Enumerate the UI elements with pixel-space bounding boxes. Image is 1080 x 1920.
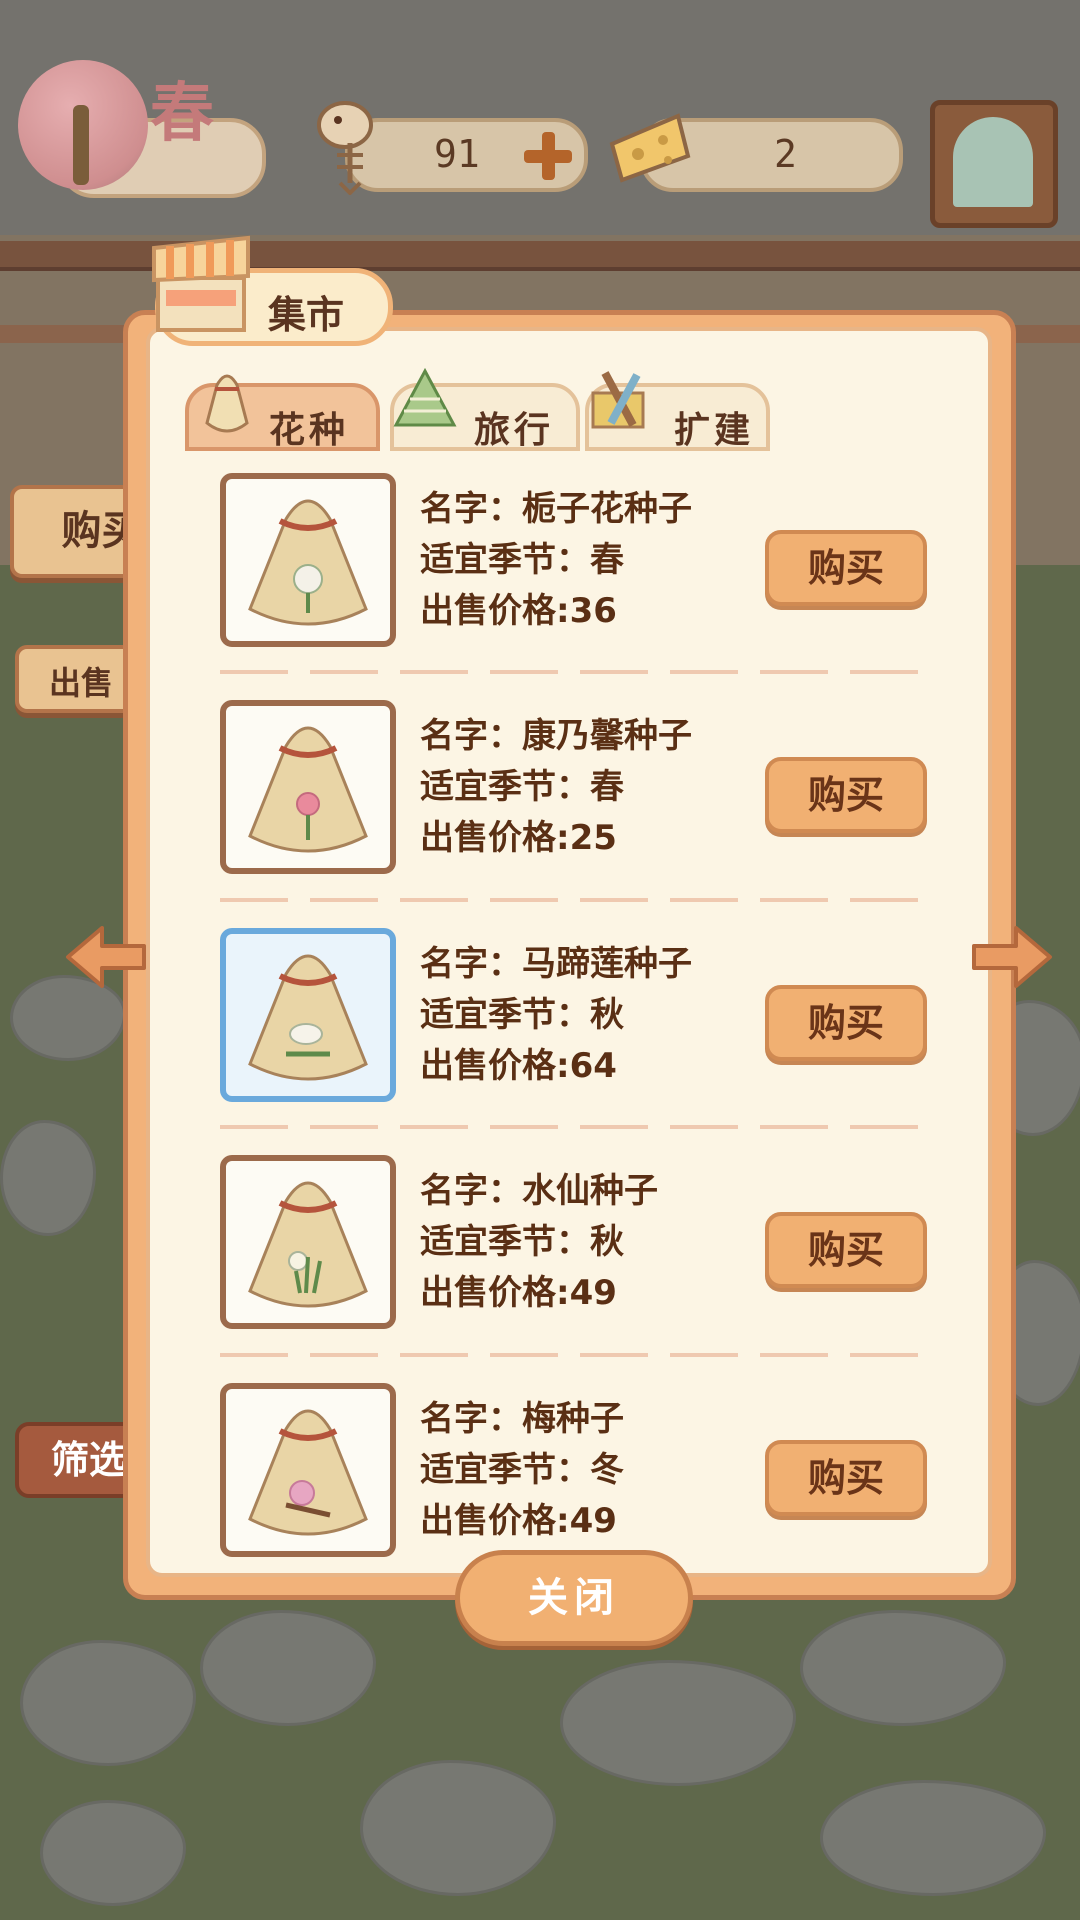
- seed-season: 适宜季节：春: [420, 767, 624, 807]
- seed-season: 适宜季节：冬: [420, 1450, 624, 1490]
- next-page-arrow[interactable]: [968, 922, 1056, 992]
- seed-info: 名字：康乃馨种子 适宜季节：春 出售价格:25: [420, 711, 692, 864]
- buy-button[interactable]: 购买: [765, 1212, 927, 1288]
- cheese-count: 2: [774, 132, 797, 176]
- seed-bag-icon: [248, 499, 368, 626]
- divider: [220, 1353, 925, 1357]
- tab-label: 扩建: [674, 410, 755, 451]
- flower-icon: [288, 1251, 308, 1271]
- seed-bag-icon: [205, 374, 249, 433]
- fish-bone-icon: [317, 101, 373, 195]
- seed-price: 出售价格:25: [420, 818, 617, 858]
- seed-price: 出售价格:49: [420, 1273, 617, 1313]
- tab-expand[interactable]: 扩建: [585, 371, 770, 451]
- tab-flower-seeds[interactable]: 花种: [185, 374, 380, 451]
- tree-trunk: [73, 105, 89, 185]
- seed-name: 名字：马蹄莲种子: [420, 944, 692, 984]
- cheese-icon: [609, 113, 691, 183]
- add-fish-icon[interactable]: [522, 130, 574, 182]
- divider: [220, 670, 925, 674]
- seed-item-slot[interactable]: [220, 1383, 396, 1557]
- seed-info: 名字：水仙种子 适宜季节：秋 出售价格:49: [420, 1166, 658, 1319]
- flower-icon: [293, 564, 323, 594]
- seed-item-slot-selected[interactable]: [220, 928, 396, 1102]
- close-button[interactable]: 关闭: [455, 1550, 693, 1646]
- seed-name: 名字：水仙种子: [420, 1171, 658, 1211]
- arrow-left-icon: [66, 926, 146, 988]
- seed-bag-icon: [248, 1181, 368, 1308]
- divider: [220, 1125, 925, 1129]
- seed-item-slot[interactable]: [220, 473, 396, 647]
- seed-info: 名字：栀子花种子 适宜季节：春 出售价格:36: [420, 484, 692, 637]
- window-pane: [953, 117, 1033, 207]
- seed-season: 适宜季节：秋: [420, 995, 624, 1035]
- tab-travel[interactable]: 旅行: [390, 367, 580, 451]
- seed-price: 出售价格:64: [420, 1046, 617, 1086]
- buy-button[interactable]: 购买: [765, 1440, 927, 1516]
- tab-label: 旅行: [474, 410, 555, 451]
- flower-icon: [296, 792, 320, 816]
- arrow-right-icon: [972, 926, 1052, 988]
- seed-season: 适宜季节：春: [420, 540, 624, 580]
- seed-item-slot[interactable]: [220, 700, 396, 874]
- tab-label: 花种: [269, 410, 350, 451]
- buy-button[interactable]: 购买: [765, 530, 927, 606]
- seed-bag-icon: [248, 1409, 368, 1536]
- tools-icon: [591, 371, 645, 429]
- window-icon[interactable]: [930, 100, 1058, 228]
- seed-name: 名字：康乃馨种子: [420, 716, 692, 756]
- buy-button[interactable]: 购买: [765, 985, 927, 1061]
- seed-name: 名字：栀子花种子: [420, 489, 692, 529]
- rice-dumpling-icon: [393, 367, 457, 427]
- market-stall-icon: [152, 235, 250, 332]
- seed-item-slot[interactable]: [220, 1155, 396, 1329]
- seed-info: 名字：梅种子 适宜季节：冬 出售价格:49: [420, 1394, 624, 1547]
- seed-price: 出售价格:49: [420, 1501, 617, 1541]
- season-label: 春: [150, 76, 214, 151]
- market-title: 集市: [268, 293, 345, 337]
- prev-page-arrow[interactable]: [62, 922, 150, 992]
- seed-bag-icon: [248, 954, 368, 1081]
- seed-bag-icon: [248, 726, 368, 853]
- flower-icon: [289, 1480, 315, 1506]
- divider: [220, 898, 925, 902]
- seed-name: 名字：梅种子: [420, 1399, 624, 1439]
- fish-count: 91: [434, 132, 480, 176]
- seed-season: 适宜季节：秋: [420, 1222, 624, 1262]
- flower-icon: [289, 1023, 323, 1045]
- seed-info: 名字：马蹄莲种子 适宜季节：秋 出售价格:64: [420, 939, 692, 1092]
- buy-button[interactable]: 购买: [765, 757, 927, 833]
- seed-price: 出售价格:36: [420, 591, 617, 631]
